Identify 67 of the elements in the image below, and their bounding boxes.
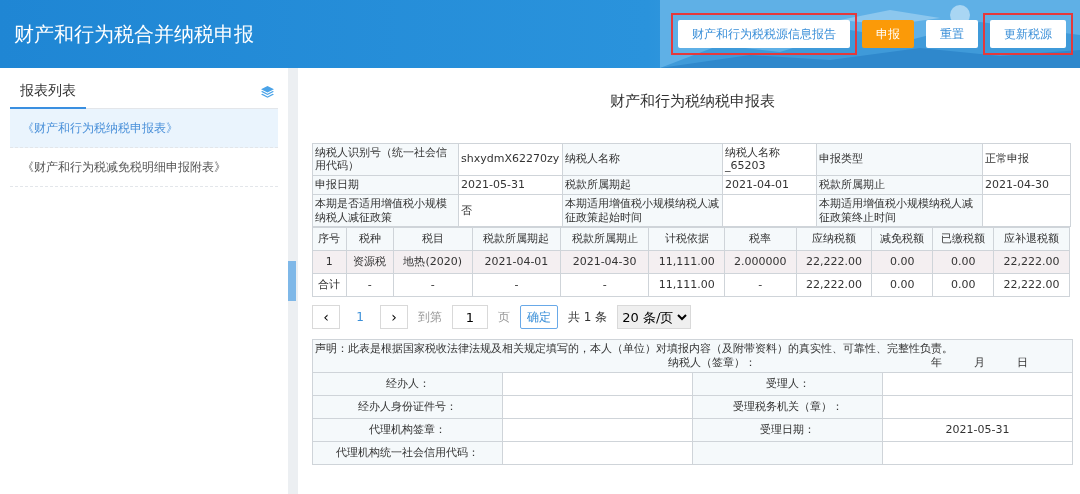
column-header: 已缴税额 (932, 227, 994, 251)
field-label: 受理日期： (692, 418, 883, 442)
column-header: 税种 (346, 227, 394, 251)
field-label: 纳税人识别号（统一社会信用代码） (312, 143, 459, 176)
confirm-button[interactable]: 确定 (520, 305, 558, 330)
field-value: 2021-05-31 (458, 175, 563, 195)
signature-label: 纳税人（签章）： (668, 356, 756, 370)
page-unit-label: 页 (498, 309, 510, 327)
field-label: 代理机构签章： (312, 418, 503, 442)
form-title: 财产和行为税纳税申报表 (609, 91, 776, 112)
column-header: 计税依据 (648, 227, 725, 251)
sidebar-item[interactable]: 《财产和行为税纳税申报表》 (10, 109, 278, 148)
field-label: 申报类型 (816, 143, 983, 176)
table-cell: - (346, 273, 394, 297)
column-header: 税率 (724, 227, 796, 251)
field-value: 纳税人名称_65203 (722, 143, 817, 176)
field-label: 本期适用增值税小规模纳税人减征政策终止时间 (816, 194, 983, 227)
table-cell: 0.00 (871, 273, 933, 297)
table-cell: 22,222.00 (993, 273, 1070, 297)
collapse-handle[interactable] (288, 261, 296, 301)
field-value: 正常申报 (982, 143, 1071, 176)
table-cell: 11,111.00 (648, 273, 725, 297)
column-header: 减免税额 (871, 227, 933, 251)
column-header: 应补退税额 (993, 227, 1070, 251)
table-cell: - (393, 273, 473, 297)
field-value: shxydmX62270zy (458, 143, 563, 176)
field-value: 2021-04-30 (982, 175, 1071, 195)
table-cell: 22,222.00 (796, 273, 872, 297)
previous-page-button[interactable]: ‹ (312, 305, 340, 330)
field-label: 受理人： (692, 372, 883, 396)
field-label: 代理机构统一社会信用代码： (312, 441, 503, 465)
total-count: 共 1 条 (568, 309, 608, 327)
table-cell: 1 (312, 250, 347, 274)
field-label: 经办人： (312, 372, 503, 396)
table-cell: - (472, 273, 561, 297)
field-label: 本期适用增值税小规模纳税人减征政策起始时间 (562, 194, 723, 227)
column-header: 税款所属期起 (472, 227, 561, 251)
goto-label: 到第 (418, 309, 442, 327)
layers-icon[interactable] (261, 86, 274, 98)
column-header: 应纳税额 (796, 227, 872, 251)
header-button[interactable]: 更新税源 (990, 20, 1066, 48)
field-value: 否 (458, 194, 563, 227)
header-button[interactable]: 重置 (926, 20, 978, 48)
field-value: 2021-04-01 (722, 175, 817, 195)
page-number-link[interactable]: 1 (350, 308, 370, 327)
table-cell: - (724, 273, 796, 297)
field-label: 受理税务机关（章）： (692, 395, 883, 419)
date-label: 年 (931, 356, 942, 370)
date-label: 月 (974, 356, 985, 370)
declaration-text: 声明：此表是根据国家税收法律法规及相关规定填写的，本人（单位）对填报内容（及附带资料）的真实性、可靠性、完整性负责。 (315, 342, 954, 356)
date-label: 日 (1017, 356, 1028, 370)
field-label: 经办人身份证件号： (312, 395, 503, 419)
header-button[interactable]: 申报 (862, 20, 914, 48)
field-label: 纳税人名称 (562, 143, 723, 176)
table-cell: 0.00 (932, 273, 994, 297)
column-header: 税款所属期止 (560, 227, 649, 251)
header-button[interactable]: 财产和行为税税源信息报告 (678, 20, 850, 48)
page-input[interactable]: 1 (452, 305, 488, 330)
table-cell: 合计 (312, 273, 347, 297)
page-title: 财产和行为税合并纳税申报 (14, 21, 254, 48)
next-page-button[interactable]: › (380, 305, 408, 330)
page-size-select[interactable]: 20 条/页 (617, 305, 692, 330)
field-label: 本期是否适用增值税小规模纳税人减征政策 (312, 194, 459, 227)
field-value: 2021-05-31 (882, 418, 1073, 442)
column-header: 税目 (393, 227, 473, 251)
table-cell: - (560, 273, 649, 297)
column-header: 序号 (312, 227, 347, 251)
